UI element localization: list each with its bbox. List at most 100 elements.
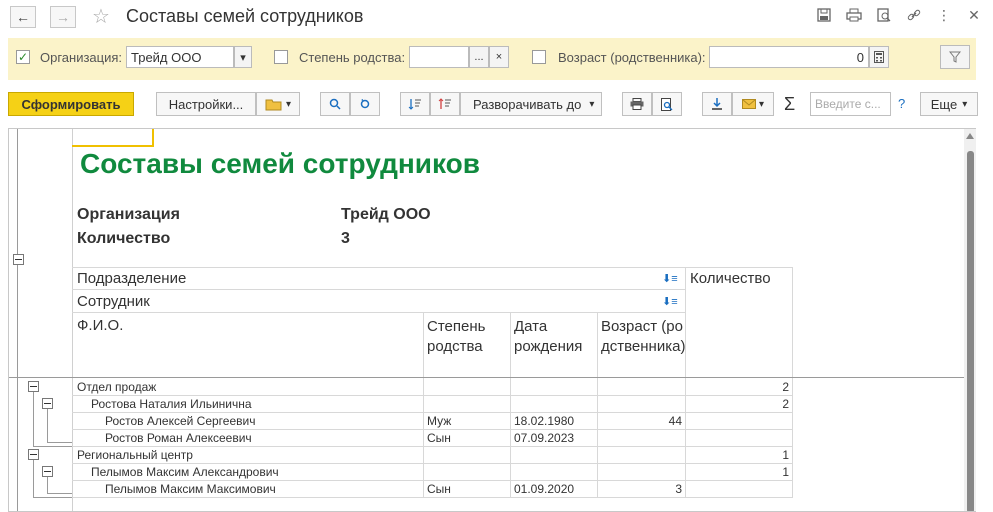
sort-desc-button[interactable] (430, 92, 460, 116)
caret-down-icon: ▾ (589, 98, 595, 110)
param-name: Организация (77, 206, 180, 223)
row-name[interactable]: Ростов Алексей Сергеевич (105, 414, 255, 428)
save-file-button[interactable] (702, 92, 732, 116)
variants-button[interactable]: ▾ (256, 92, 300, 116)
print-icon (630, 98, 644, 110)
print-icon[interactable] (845, 6, 863, 24)
sort-descending-icon (438, 98, 451, 109)
clear-icon: × (495, 51, 503, 63)
header-employee: Сотрудник (77, 293, 150, 310)
relation-label: Степень родства: (299, 49, 406, 65)
link-icon[interactable] (905, 6, 923, 24)
selected-cell (72, 129, 154, 147)
more-vertical-icon[interactable]: ⋮ (935, 6, 953, 24)
sum-icon[interactable]: Σ (784, 94, 795, 115)
sort-icon[interactable]: ⬇≡ (662, 295, 678, 308)
row-name[interactable]: Пелымов Максим Александрович (91, 465, 279, 479)
age-field[interactable]: 0 (709, 46, 869, 68)
expand-to-button[interactable]: Разворачивать до ▾ (460, 92, 602, 116)
organization-field[interactable]: Трейд ООО (126, 46, 234, 68)
calculator-icon (874, 51, 884, 63)
row-relation: Муж (427, 414, 452, 428)
forward-button[interactable]: → (50, 6, 76, 28)
sort-icon[interactable]: ⬇≡ (662, 272, 678, 285)
row-name[interactable]: Ростова Наталия Ильинична (91, 397, 252, 411)
caret-down-icon: ▾ (758, 98, 765, 110)
relation-checkbox[interactable] (274, 50, 288, 64)
row-birthdate: 18.02.1980 (514, 414, 575, 428)
row-name[interactable]: Пелымов Максим Максимович (105, 482, 276, 496)
envelope-icon (741, 99, 756, 109)
report-area[interactable]: Составы семей сотрудников Организация Тр… (8, 128, 976, 512)
collapse-subgroup-toggle[interactable] (42, 398, 53, 409)
preview-icon[interactable] (875, 6, 893, 24)
collapse-group-toggle[interactable] (28, 449, 39, 460)
relation-select-button[interactable]: ... (469, 46, 489, 68)
title-bar: ← → ☆ Составы семей сотрудников ⋮ ✕ (0, 0, 993, 36)
calculator-button[interactable] (869, 46, 889, 68)
expand-to-label: Разворачивать до (473, 96, 582, 112)
find-button[interactable] (320, 92, 350, 116)
row-name[interactable]: Региональный центр (77, 448, 193, 462)
row-age: 3 (675, 482, 682, 496)
folder-icon (265, 99, 282, 111)
search-icon (329, 98, 341, 110)
collapse-header-group[interactable] (13, 254, 24, 265)
organization-dropdown-button[interactable]: ▾ (234, 46, 252, 68)
send-email-button[interactable]: ▾ (732, 92, 774, 116)
back-button[interactable]: ← (10, 6, 36, 28)
close-icon[interactable]: ✕ (965, 6, 983, 24)
download-icon (712, 98, 722, 110)
generate-button[interactable]: Сформировать (8, 92, 134, 116)
collapse-group-toggle[interactable] (28, 381, 39, 392)
window-title: Составы семей сотрудников (126, 6, 364, 26)
preview-icon (661, 97, 673, 111)
favorite-star-icon[interactable]: ☆ (92, 4, 110, 29)
search-next-icon (360, 99, 370, 109)
header-subdivision: Подразделение (77, 270, 187, 287)
funnel-icon (949, 51, 961, 63)
more-button[interactable]: Еще ▾ (920, 92, 978, 116)
row-count: 1 (782, 448, 789, 462)
search-input[interactable]: Введите с... (810, 92, 891, 116)
sort-asc-button[interactable] (400, 92, 430, 116)
row-count: 1 (782, 465, 789, 479)
filter-button[interactable] (940, 45, 970, 69)
report-title: Составы семей сотрудников (80, 148, 480, 179)
param-value: Трейд ООО (341, 206, 431, 223)
row-count: 2 (782, 380, 789, 394)
organization-checkbox[interactable]: ✓ (16, 50, 30, 64)
header-birthdate: Дата рождения (514, 318, 583, 355)
filter-bar: ✓ Организация: Трейд ООО ▾ Степень родст… (8, 38, 976, 80)
settings-button[interactable]: Настройки... (156, 92, 256, 116)
row-age: 44 (668, 414, 682, 428)
caret-down-icon: ▾ (962, 98, 968, 110)
relation-clear-button[interactable]: × (489, 46, 509, 68)
command-bar: Сформировать Настройки... ▾ Разворачиват… (0, 90, 993, 118)
scroll-up-arrow-icon[interactable] (966, 133, 974, 139)
header-fio: Ф.И.О. (77, 317, 124, 334)
arrow-right-icon: → (56, 9, 70, 25)
more-label: Еще (930, 96, 958, 112)
help-icon[interactable]: ? (898, 96, 905, 111)
age-checkbox[interactable] (532, 50, 546, 64)
collapse-subgroup-toggle[interactable] (42, 466, 53, 477)
find-next-button[interactable] (350, 92, 380, 116)
row-count: 2 (782, 397, 789, 411)
header-relation: Степень родства (427, 318, 486, 355)
print-button[interactable] (622, 92, 652, 116)
row-name[interactable]: Ростов Роман Алексеевич (105, 431, 252, 445)
row-name[interactable]: Отдел продаж (77, 380, 156, 394)
relation-field[interactable] (409, 46, 469, 68)
header-age: Возраст (родственника) (601, 318, 686, 355)
row-relation: Сын (427, 482, 451, 496)
vertical-scrollbar[interactable] (964, 129, 976, 511)
print-preview-button[interactable] (652, 92, 682, 116)
save-icon[interactable] (815, 6, 833, 24)
row-birthdate: 01.09.2020 (514, 482, 575, 496)
organization-label: Организация: (40, 49, 123, 65)
arrow-left-icon: ← (16, 9, 30, 25)
window-actions: ⋮ ✕ (815, 6, 983, 24)
param-value: 3 (341, 230, 350, 247)
scroll-thumb[interactable] (967, 151, 974, 511)
